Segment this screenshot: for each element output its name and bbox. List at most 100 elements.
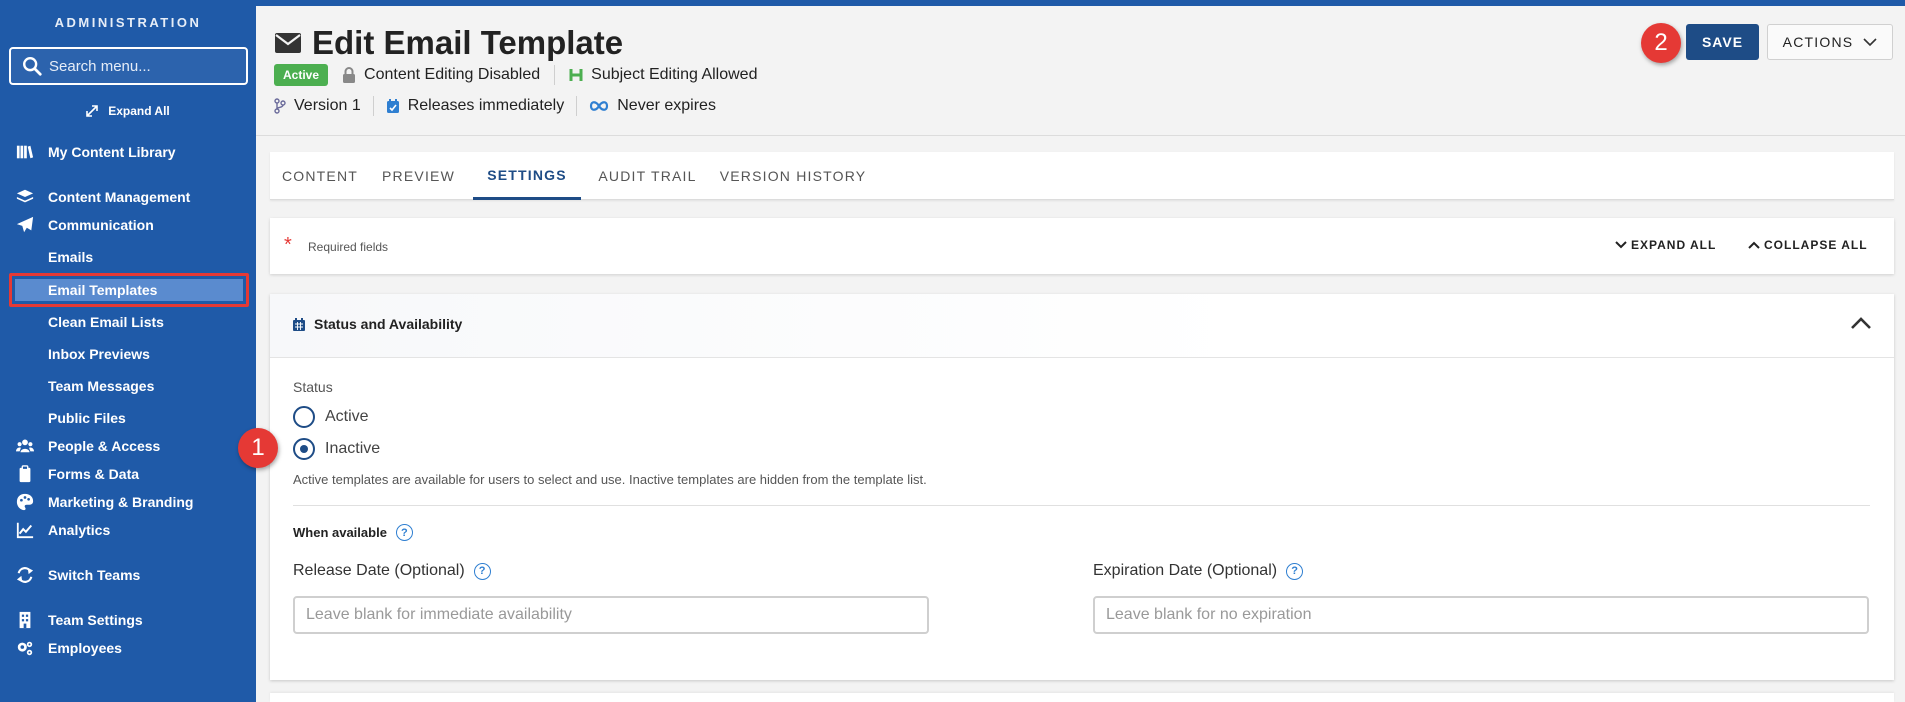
subject-editing-status: Subject Editing Allowed xyxy=(591,66,758,83)
sidebar-item-label: Content Management xyxy=(48,189,191,205)
sidebar-item-employees[interactable]: Employees xyxy=(0,636,256,660)
expiration-date-placeholder: Leave blank for no expiration xyxy=(1106,606,1312,623)
help-icon[interactable]: ? xyxy=(473,562,491,580)
admin-sidebar: ADMINISTRATION Search menu... Expand All… xyxy=(0,0,256,702)
search-placeholder: Search menu... xyxy=(49,57,151,75)
sidebar-search-input[interactable]: Search menu... xyxy=(9,47,248,85)
chevron-up-icon[interactable] xyxy=(1850,316,1872,330)
required-fields-bar: * Required fields EXPAND ALL COLLAPSE AL… xyxy=(270,218,1894,274)
tab-bar: CONTENT PREVIEW SETTINGS AUDIT TRAIL VER… xyxy=(270,152,1894,200)
status-helper-text: Active templates are available for users… xyxy=(293,472,927,487)
sidebar-item-analytics[interactable]: Analytics xyxy=(0,518,256,542)
sidebar-subitem-public-files[interactable]: Public Files xyxy=(48,407,126,429)
layers-icon xyxy=(15,187,35,207)
required-fields-note: Required fields xyxy=(308,240,389,254)
collapse-all-label: COLLAPSE ALL xyxy=(1764,238,1868,252)
calendar-check-icon xyxy=(386,99,399,113)
sidebar-item-content-management[interactable]: Content Management xyxy=(0,185,256,209)
sidebar-subitem-emails[interactable]: Emails xyxy=(48,246,93,268)
chevron-down-icon xyxy=(1615,241,1627,249)
expand-all-button[interactable]: EXPAND ALL xyxy=(1615,238,1716,252)
building-icon xyxy=(15,610,35,630)
sidebar-item-label: Switch Teams xyxy=(48,567,141,583)
radio-active[interactable]: Active xyxy=(293,406,369,428)
sidebar-item-label: Communication xyxy=(48,217,154,233)
tab-audit-trail[interactable]: AUDIT TRAIL xyxy=(585,152,710,200)
release-date-input[interactable]: Leave blank for immediate availability xyxy=(293,596,929,634)
users-icon xyxy=(15,436,35,456)
sidebar-item-switch-teams[interactable]: Switch Teams xyxy=(0,563,256,587)
version-label: Version 1 xyxy=(294,97,361,114)
when-available-label: When available ? xyxy=(293,524,413,541)
sidebar-item-people-access[interactable]: People & Access xyxy=(0,434,256,458)
chevron-up-icon xyxy=(1748,241,1760,249)
annotation-marker-2: 2 xyxy=(1641,23,1681,63)
radio-inactive[interactable]: Inactive xyxy=(293,438,380,460)
status-label: Status xyxy=(293,379,333,395)
help-icon[interactable]: ? xyxy=(395,524,413,541)
when-available-text: When available xyxy=(293,525,387,540)
version-branch-icon xyxy=(274,98,286,114)
meta-divider xyxy=(554,65,556,85)
template-meta-row-2: Version 1 Releases immediately Never exp… xyxy=(274,96,716,116)
expand-arrows-icon xyxy=(86,105,99,117)
collapse-all-button[interactable]: COLLAPSE ALL xyxy=(1748,238,1868,252)
search-icon xyxy=(23,57,42,76)
save-button[interactable]: SAVE xyxy=(1686,24,1759,60)
tab-content[interactable]: CONTENT xyxy=(270,152,370,200)
sidebar-subitem-clean-email-lists[interactable]: Clean Email Lists xyxy=(48,311,164,333)
panel-title: Status and Availability xyxy=(292,316,462,332)
calendar-icon xyxy=(293,317,305,331)
next-panel-edge xyxy=(270,693,1894,702)
sidebar-expand-all[interactable]: Expand All xyxy=(0,104,256,118)
gears-icon xyxy=(15,638,35,658)
library-icon xyxy=(15,142,35,162)
expand-all-label: EXPAND ALL xyxy=(1631,238,1717,252)
heading-h-icon xyxy=(569,69,583,81)
radio-circle-selected[interactable] xyxy=(293,438,315,460)
status-badge: Active xyxy=(274,64,329,86)
template-meta-row-1: Active Content Editing Disabled Subject … xyxy=(274,64,757,86)
actions-dropdown-button[interactable]: ACTIONS xyxy=(1767,24,1893,60)
tab-preview[interactable]: PREVIEW xyxy=(370,152,467,200)
title-row: Edit Email Template xyxy=(274,24,623,62)
sidebar-item-label: Team Settings xyxy=(48,612,143,628)
status-availability-panel: Status and Availability Status Active In… xyxy=(270,294,1894,680)
tab-version-history[interactable]: VERSION HISTORY xyxy=(714,152,872,200)
sidebar-item-label: My Content Library xyxy=(48,144,176,160)
content-editing-status: Content Editing Disabled xyxy=(364,66,541,83)
expiration-date-label-text: Expiration Date (Optional) xyxy=(1093,562,1278,579)
sidebar-item-team-settings[interactable]: Team Settings xyxy=(0,608,256,632)
expiration-date-input[interactable]: Leave blank for no expiration xyxy=(1093,596,1869,634)
radio-label: Active xyxy=(325,408,369,425)
chevron-down-icon xyxy=(1863,37,1877,46)
sidebar-item-forms-data[interactable]: Forms & Data xyxy=(0,462,256,486)
release-date-label-text: Release Date (Optional) xyxy=(293,562,465,579)
sidebar-item-label: People & Access xyxy=(48,438,161,454)
sidebar-item-label: Marketing & Branding xyxy=(48,494,194,510)
sidebar-heading: ADMINISTRATION xyxy=(54,15,202,30)
page-title: Edit Email Template xyxy=(312,24,624,61)
sidebar-item-my-content-library[interactable]: My Content Library xyxy=(0,140,256,164)
radio-circle[interactable] xyxy=(293,406,315,428)
paper-plane-icon xyxy=(15,215,35,235)
sidebar-item-label: Employees xyxy=(48,640,122,656)
sidebar-item-marketing-branding[interactable]: Marketing & Branding xyxy=(0,490,256,514)
required-asterisk-icon: * xyxy=(284,234,292,256)
meta-divider xyxy=(576,96,578,116)
sidebar-subitem-team-messages[interactable]: Team Messages xyxy=(48,375,154,397)
tab-settings[interactable]: SETTINGS xyxy=(473,152,581,200)
sidebar-subitem-email-templates[interactable]: Email Templates xyxy=(48,279,157,301)
sidebar-subitem-inbox-previews[interactable]: Inbox Previews xyxy=(48,343,150,365)
infinity-icon xyxy=(590,101,609,111)
palette-icon xyxy=(15,492,35,512)
release-status: Releases immediately xyxy=(407,97,565,114)
panel-header[interactable]: Status and Availability xyxy=(270,294,1894,358)
sidebar-item-communication[interactable]: Communication xyxy=(0,213,256,237)
annotation-marker-1: 1 xyxy=(238,428,278,468)
expand-all-label: Expand All xyxy=(108,104,170,118)
help-icon[interactable]: ? xyxy=(1286,562,1304,580)
expiration-date-label: Expiration Date (Optional) ? xyxy=(1093,562,1304,580)
sidebar-item-label: Analytics xyxy=(48,522,111,538)
sidebar-item-label: Forms & Data xyxy=(48,466,140,482)
